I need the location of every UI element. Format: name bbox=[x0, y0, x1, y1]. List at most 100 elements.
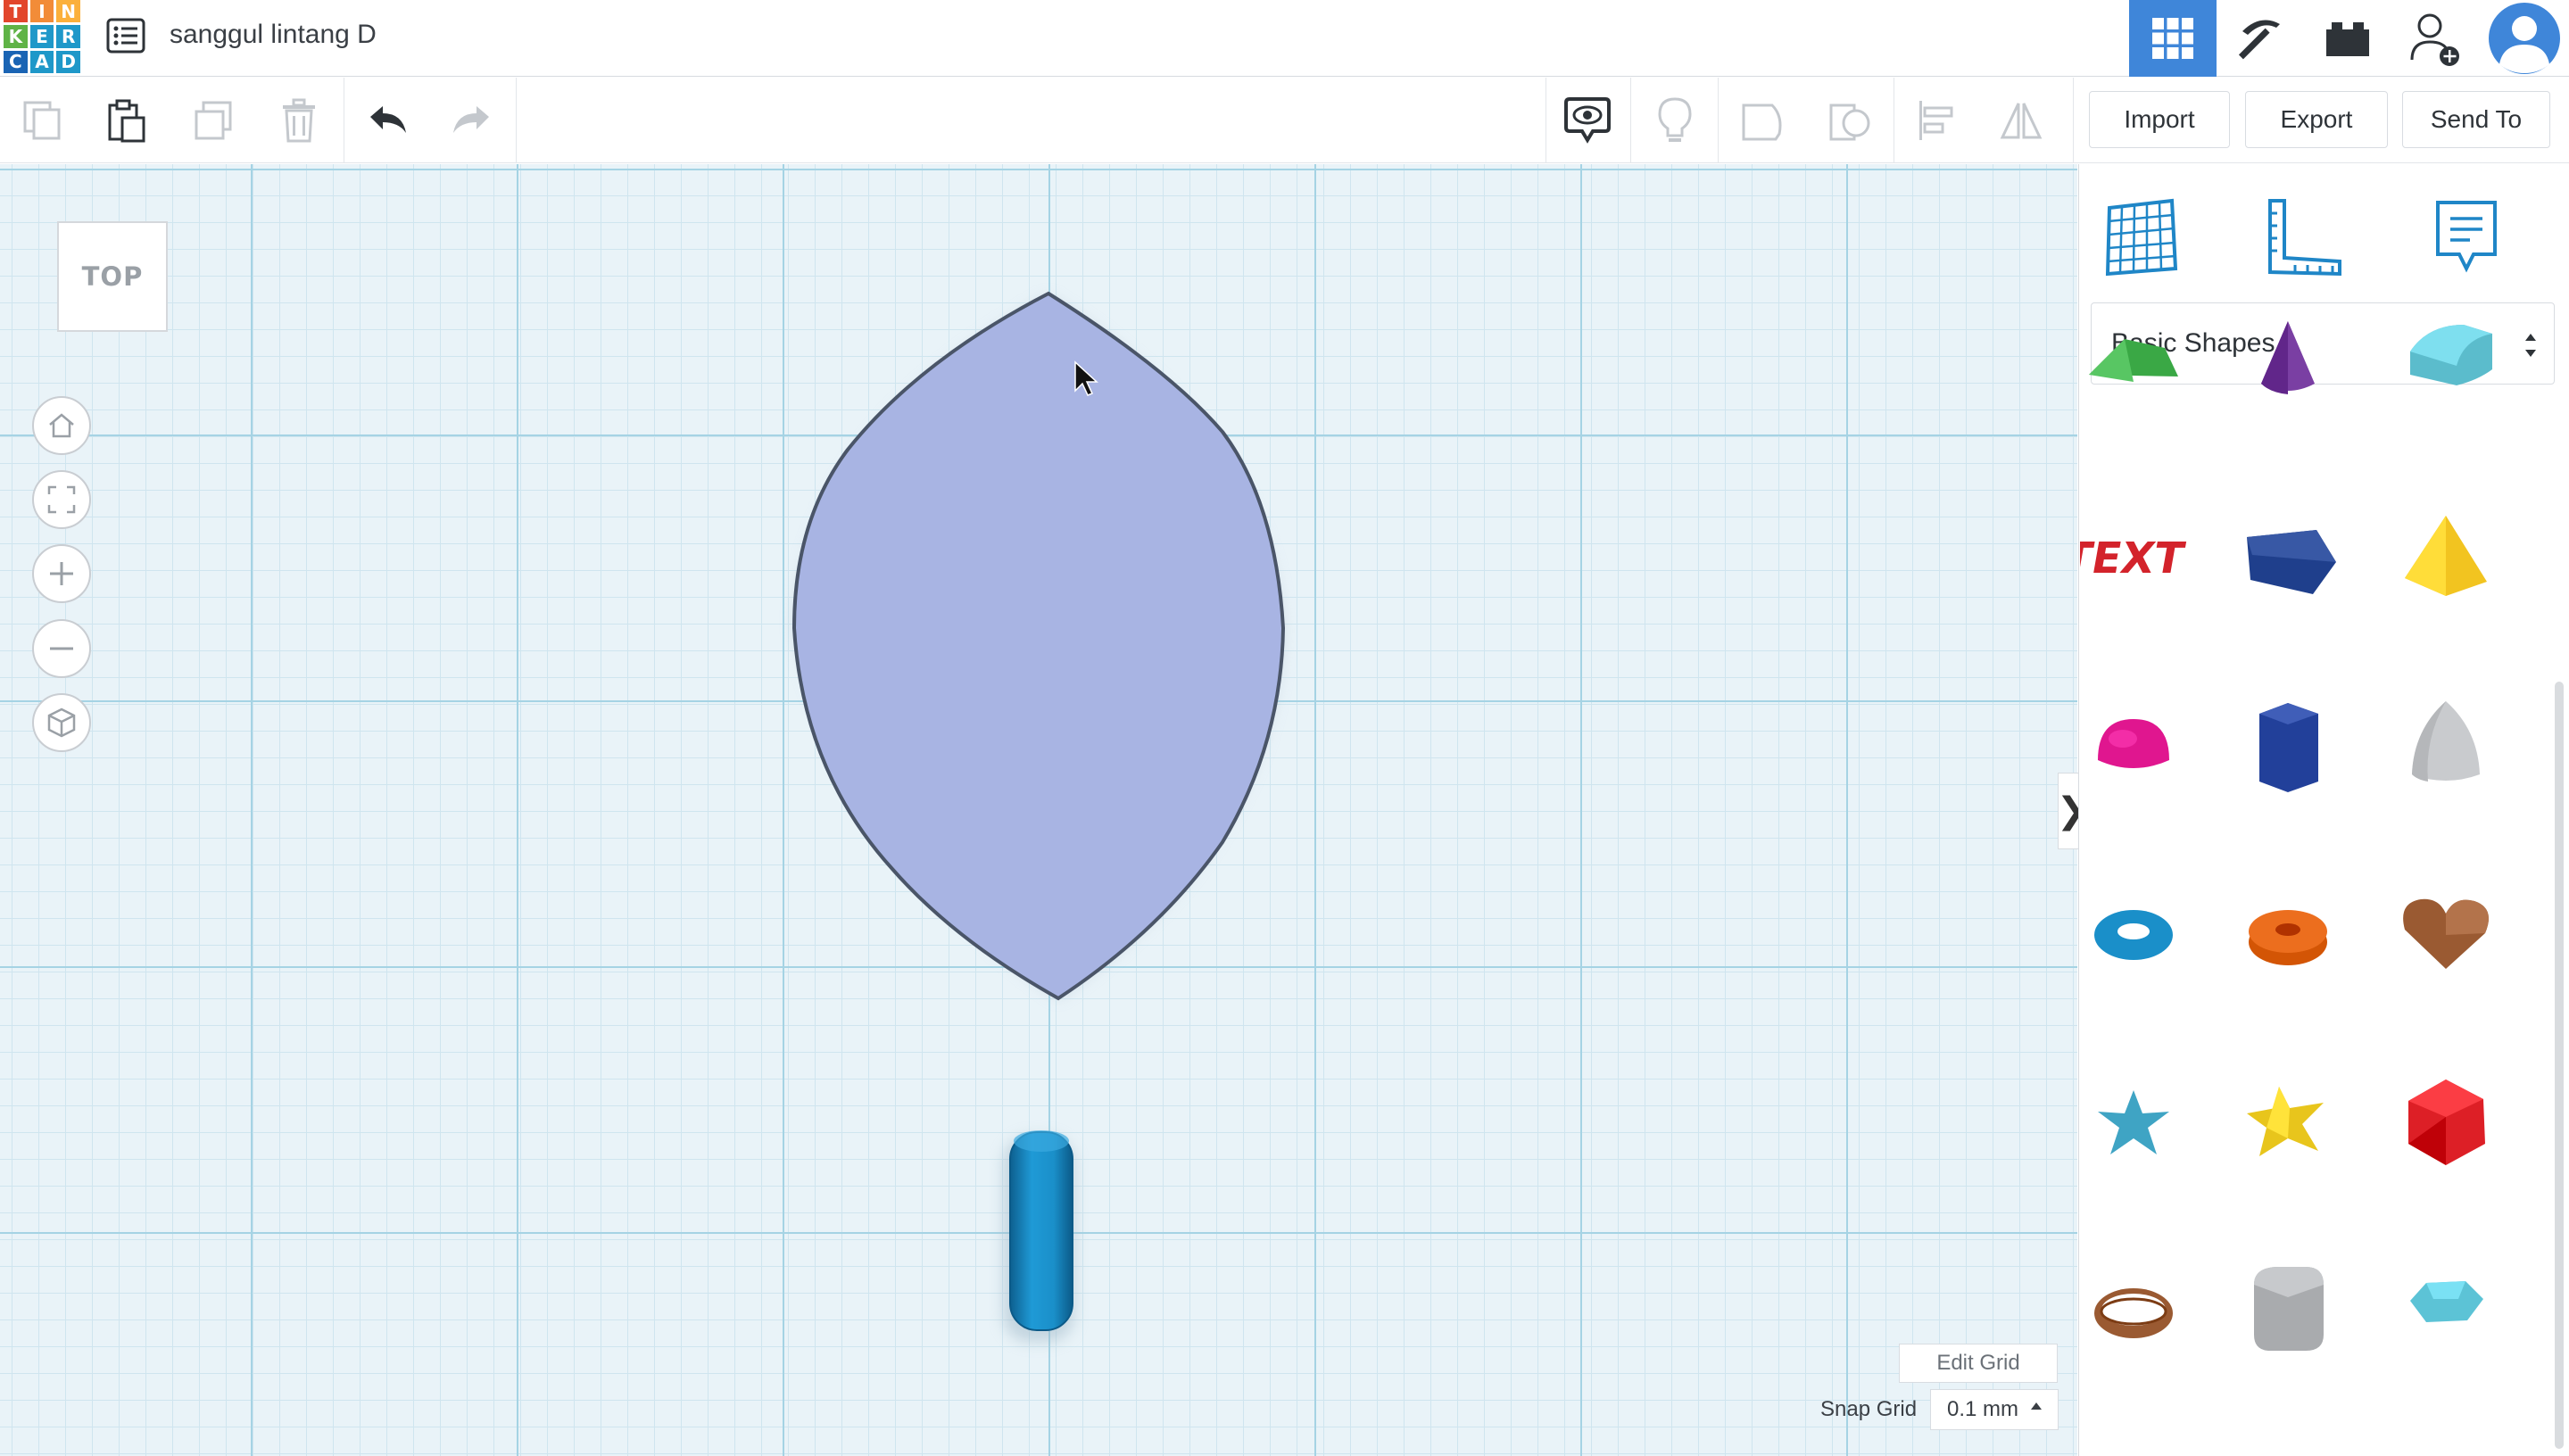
show-all-button[interactable] bbox=[1650, 95, 1700, 145]
ungroup-icon bbox=[1829, 103, 1870, 141]
pickaxe-icon bbox=[2238, 20, 2280, 60]
shape-polygon[interactable] bbox=[2225, 501, 2350, 626]
shape-rounded-box[interactable] bbox=[2225, 1249, 2350, 1374]
shape-hexagonal-prism[interactable] bbox=[2225, 685, 2350, 810]
logo-letter: C bbox=[4, 50, 28, 73]
export-button[interactable]: Export bbox=[2245, 91, 2388, 148]
duplicate-button[interactable] bbox=[189, 95, 239, 145]
align-icon bbox=[1919, 101, 1953, 140]
top-right-nav bbox=[2129, 0, 2569, 77]
zoom-in-button[interactable] bbox=[32, 544, 91, 603]
app-header: TIN KER CAD sanggul lintang D bbox=[0, 0, 2569, 77]
logo-letter: T bbox=[4, 0, 28, 23]
shape-pyramid[interactable] bbox=[2383, 501, 2508, 626]
group-button[interactable] bbox=[1738, 95, 1788, 145]
invite-user-button[interactable] bbox=[2391, 0, 2479, 77]
text-icon: TEXT bbox=[2080, 534, 2187, 583]
notes-tool-button[interactable] bbox=[2413, 187, 2520, 287]
fit-view-button[interactable] bbox=[32, 470, 91, 529]
cylinder-shape[interactable] bbox=[1009, 1131, 1073, 1331]
copy-icon bbox=[23, 101, 61, 140]
workplane-grid-icon bbox=[2105, 198, 2178, 277]
import-button[interactable]: Import bbox=[2089, 91, 2230, 148]
document-title[interactable]: sanggul lintang D bbox=[170, 16, 377, 54]
minus-icon bbox=[50, 647, 73, 650]
mirror-button[interactable] bbox=[1996, 95, 2046, 145]
logo-letter: I bbox=[29, 0, 54, 23]
copy-button[interactable] bbox=[18, 95, 68, 145]
shape-torus[interactable] bbox=[2071, 873, 2196, 997]
tube-icon bbox=[2249, 910, 2327, 965]
logo-letter: D bbox=[56, 50, 80, 73]
snap-grid-value: 0.1 mm bbox=[1947, 1397, 2019, 1421]
shape-heart[interactable] bbox=[2383, 873, 2508, 997]
snap-grid-select[interactable]: 0.1 mm bbox=[1930, 1389, 2059, 1430]
star-icon bbox=[2098, 1090, 2169, 1154]
add-user-icon bbox=[2410, 13, 2459, 66]
caret-up-icon bbox=[2031, 1402, 2042, 1410]
send-to-button[interactable]: Send To bbox=[2402, 91, 2550, 148]
shape-cone[interactable] bbox=[2225, 303, 2350, 428]
3d-design-view-button[interactable] bbox=[2129, 0, 2217, 77]
logo-letter: R bbox=[56, 25, 80, 48]
bricks-view-button[interactable] bbox=[2304, 0, 2391, 77]
rounded-box-icon bbox=[2254, 1267, 2324, 1351]
diamond-icon bbox=[2410, 1281, 2483, 1322]
shape-roof[interactable] bbox=[2071, 303, 2196, 428]
perspective-button[interactable] bbox=[32, 693, 91, 752]
logo-letter: A bbox=[29, 50, 54, 73]
workplane[interactable]: TOP Edit Grid Snap Grid 0.1 mm bbox=[0, 164, 2077, 1456]
fit-icon bbox=[47, 485, 76, 514]
roof-icon bbox=[2089, 339, 2178, 382]
ruler-tool-button[interactable] bbox=[2250, 187, 2357, 287]
notes-button[interactable] bbox=[1562, 95, 1612, 145]
logo-letter: E bbox=[29, 25, 54, 48]
shape-half-sphere[interactable] bbox=[2071, 685, 2196, 810]
grid-icon bbox=[2152, 18, 2193, 59]
undo-button[interactable] bbox=[363, 95, 413, 145]
shape-star-six-point[interactable] bbox=[2225, 1063, 2350, 1188]
home-view-button[interactable] bbox=[32, 396, 91, 455]
ring-icon bbox=[2094, 1288, 2173, 1338]
ungroup-button[interactable] bbox=[1826, 95, 1876, 145]
shape-diamond[interactable] bbox=[2383, 1249, 2508, 1374]
user-avatar[interactable] bbox=[2479, 0, 2569, 77]
round-roof-icon bbox=[2410, 325, 2492, 385]
shape-tube[interactable] bbox=[2225, 873, 2350, 997]
shape-round-roof[interactable] bbox=[2383, 303, 2508, 428]
align-button[interactable] bbox=[1912, 95, 1962, 145]
undo-icon bbox=[370, 106, 406, 133]
leaf-shape[interactable] bbox=[791, 291, 1286, 1001]
shape-icosahedron[interactable] bbox=[2383, 1063, 2508, 1188]
view-cube[interactable]: TOP bbox=[57, 221, 168, 332]
shape-text[interactable]: TEXT bbox=[2071, 501, 2196, 626]
panel-scrollbar[interactable] bbox=[2555, 682, 2564, 1449]
redo-button[interactable] bbox=[446, 95, 496, 145]
svg-text:TEXT: TEXT bbox=[2080, 534, 2187, 583]
star-six-point-icon bbox=[2247, 1087, 2324, 1156]
tinkercad-logo[interactable]: TIN KER CAD bbox=[4, 0, 80, 73]
redo-icon bbox=[453, 106, 489, 133]
blocks-view-button[interactable] bbox=[2217, 0, 2304, 77]
shape-star[interactable] bbox=[2071, 1063, 2196, 1188]
torus-icon bbox=[2094, 910, 2173, 960]
polygon-icon bbox=[2247, 530, 2336, 594]
mirror-icon bbox=[2000, 103, 2043, 139]
paste-button[interactable] bbox=[101, 95, 151, 145]
duplicate-icon bbox=[195, 101, 232, 140]
pyramid-icon bbox=[2405, 516, 2487, 596]
trash-icon bbox=[283, 98, 315, 143]
edit-grid-button[interactable]: Edit Grid bbox=[1899, 1344, 2058, 1383]
group-icon bbox=[1742, 103, 1782, 141]
edit-toolbar: Import Export Send To bbox=[0, 78, 2569, 163]
zoom-out-button[interactable] bbox=[32, 619, 91, 678]
designs-list-icon[interactable] bbox=[103, 14, 149, 57]
shape-ring[interactable] bbox=[2071, 1249, 2196, 1374]
lightbulb-icon bbox=[1658, 97, 1692, 142]
workplane-tool-button[interactable] bbox=[2087, 187, 2194, 287]
scene bbox=[791, 291, 1286, 1342]
delete-button[interactable] bbox=[274, 95, 324, 145]
shape-paraboloid[interactable] bbox=[2383, 685, 2508, 810]
icosahedron-icon bbox=[2408, 1080, 2485, 1165]
logo-letter: K bbox=[4, 25, 28, 48]
